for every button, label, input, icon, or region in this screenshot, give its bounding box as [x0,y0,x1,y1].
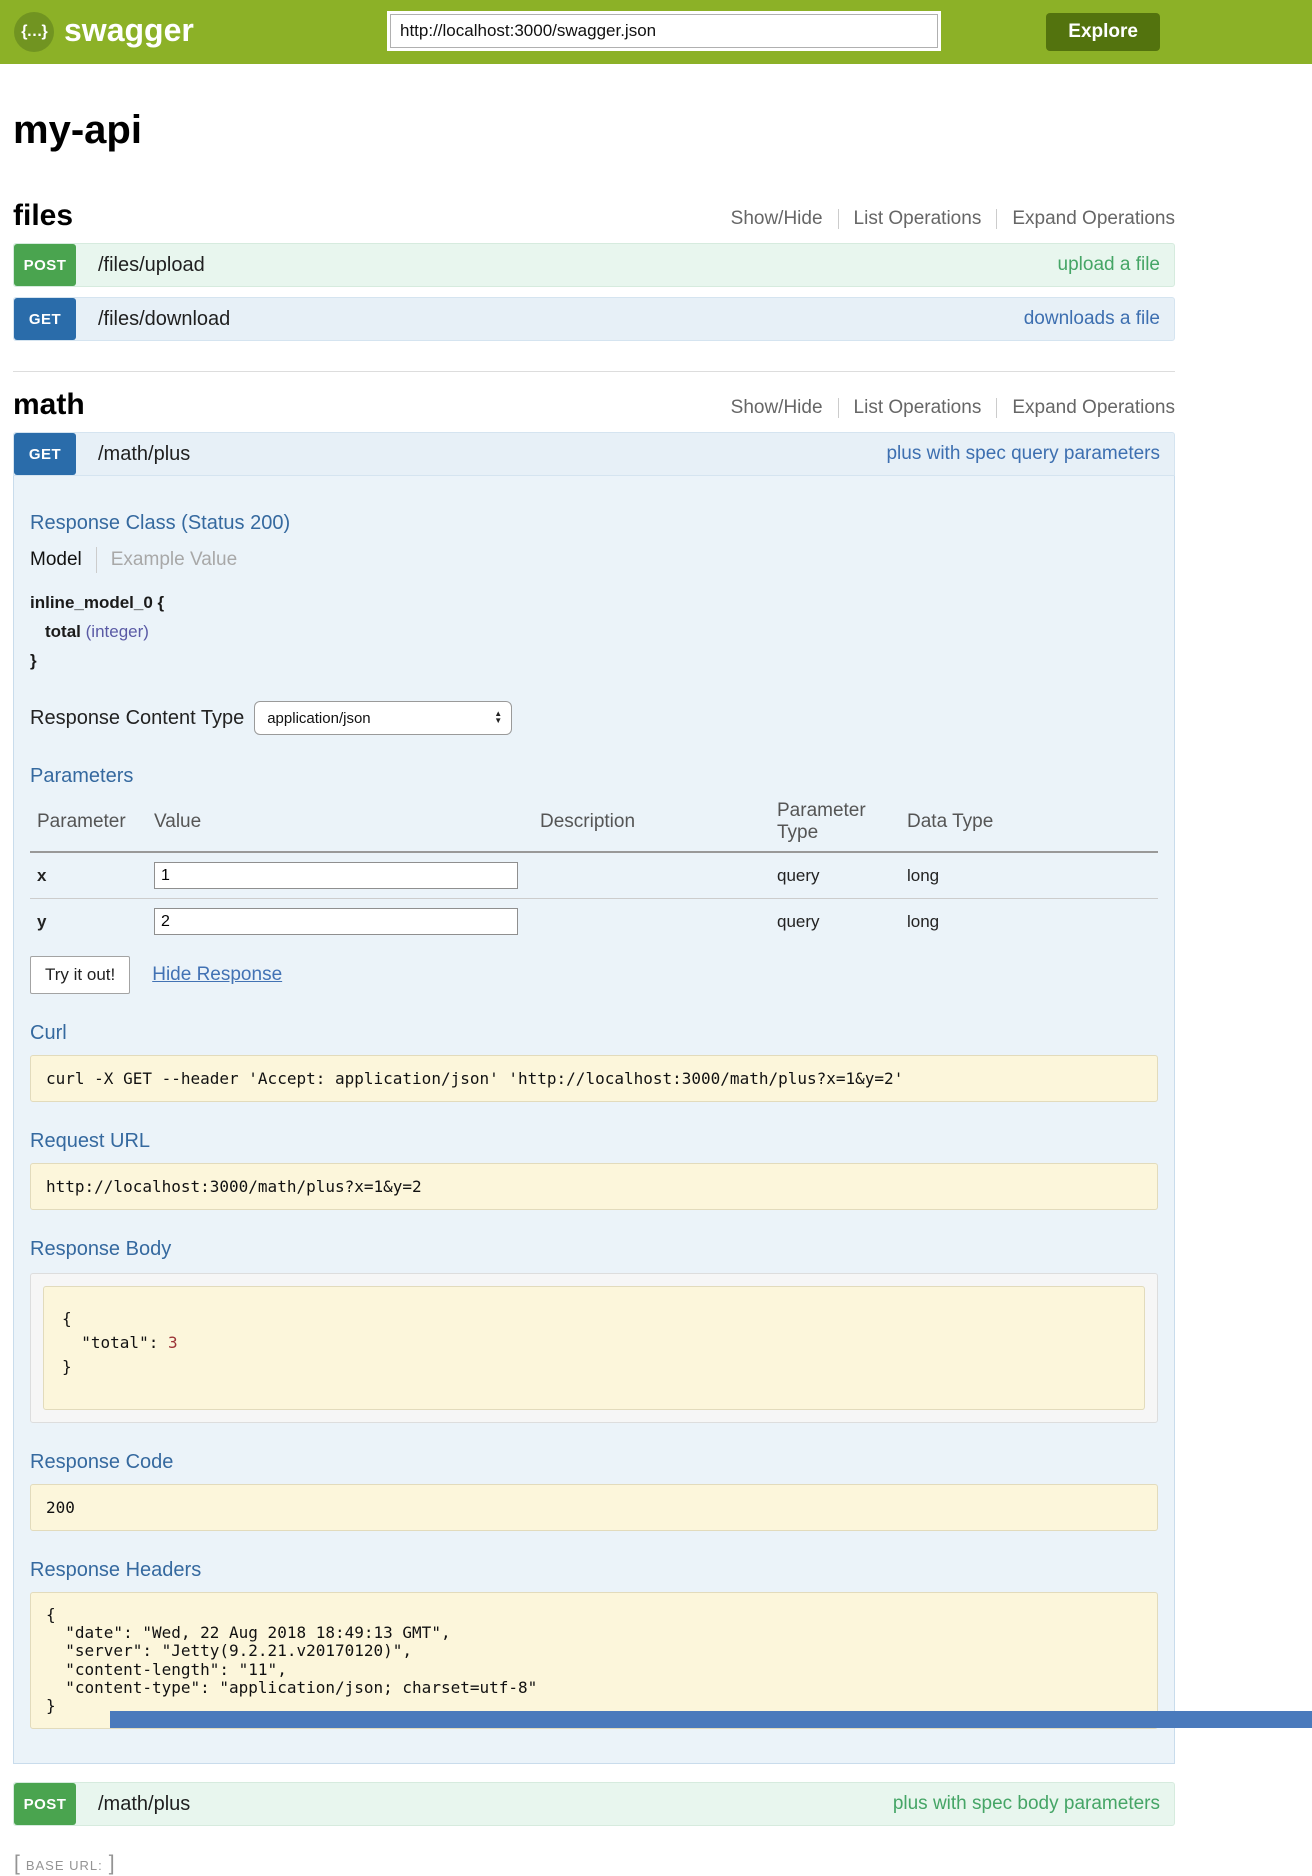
response-body-title: Response Body [30,1238,1158,1261]
curl-title: Curl [30,1022,1158,1045]
model-signature: inline_model_0 { total (integer) } [30,593,1158,671]
endpoint-path[interactable]: /math/plus [98,443,190,466]
response-headers-json: { "date": "Wed, 22 Aug 2018 18:49:13 GMT… [30,1592,1158,1729]
section-title-files[interactable]: files [13,199,73,233]
param-name: x [30,852,154,899]
tab-separator [96,547,97,573]
endpoint-path[interactable]: /files/download [98,308,230,331]
api-url-input[interactable] [390,14,938,48]
endpoint-row-post-files-upload[interactable]: POST /files/upload upload a file [13,243,1175,287]
response-content-type-row: Response Content Type application/json ▲… [30,701,1158,735]
endpoint-path[interactable]: /files/upload [98,254,205,277]
list-operations-link[interactable]: List Operations [854,397,982,419]
model-name: inline_model_0 { [30,593,164,612]
column-parameter-type: Parameter Type [777,792,907,852]
method-badge-get: GET [14,298,76,340]
base-url-label: BASE URL: [26,1856,103,1873]
column-data-type: Data Type [907,792,1158,852]
param-row-y: y query long [30,899,1158,945]
math-section-links: Show/Hide List Operations Expand Operati… [731,397,1175,422]
endpoint-summary[interactable]: plus with spec query parameters [886,443,1160,465]
link-separator [996,209,997,229]
swagger-logo-label: swagger [64,14,194,50]
select-arrows-icon: ▲▼ [494,711,502,725]
parameters-header-row: Parameter Value Description Parameter Ty… [30,792,1158,852]
expand-operations-link[interactable]: Expand Operations [1012,397,1175,419]
hide-response-link[interactable]: Hide Response [152,964,282,986]
page-title: my-api [13,108,1175,153]
list-operations-link[interactable]: List Operations [854,208,982,230]
explore-button[interactable]: Explore [1046,13,1160,51]
response-content-type-select[interactable]: application/json ▲▼ [254,701,512,735]
get-math-plus-operation: GET /math/plus plus with spec query para… [13,432,1175,1764]
operation-detail-panel: Response Class (Status 200) Model Exampl… [13,476,1175,1764]
endpoint-row-post-math-plus[interactable]: POST /math/plus plus with spec body para… [13,1782,1175,1826]
method-badge-get: GET [14,433,76,475]
param-description [540,852,777,899]
files-section-links: Show/Hide List Operations Expand Operati… [731,208,1175,233]
endpoint-path[interactable]: /math/plus [98,1793,190,1816]
try-row: Try it out! Hide Response [30,956,1158,994]
math-section-header: math Show/Hide List Operations Expand Op… [13,388,1175,422]
endpoint-summary[interactable]: downloads a file [1024,308,1160,330]
response-content-type-label: Response Content Type [30,707,244,730]
section-divider [13,371,1175,372]
endpoint-summary[interactable]: upload a file [1058,254,1160,276]
selected-content-type: application/json [267,710,370,727]
param-y-input[interactable] [154,908,518,935]
response-body-container: { "total": 3 } [30,1273,1158,1423]
column-parameter: Parameter [30,792,154,852]
param-data-type: long [907,899,1158,945]
tab-model[interactable]: Model [30,549,82,571]
link-separator [838,398,839,418]
endpoint-summary[interactable]: plus with spec body parameters [893,1793,1160,1815]
link-separator [838,209,839,229]
main-content: my-api files Show/Hide List Operations E… [13,108,1175,1876]
response-code-value: 200 [30,1484,1158,1531]
parameters-title: Parameters [30,765,1158,788]
param-name: y [30,899,154,945]
parameters-table: Parameter Value Description Parameter Ty… [30,792,1158,944]
param-data-type: long [907,852,1158,899]
response-code-title: Response Code [30,1451,1158,1474]
show-hide-link[interactable]: Show/Hide [731,397,823,419]
method-badge-post: POST [14,1783,76,1825]
model-close-brace: } [30,651,37,670]
expand-operations-link[interactable]: Expand Operations [1012,208,1175,230]
param-type: query [777,852,907,899]
top-header: {…} swagger Explore [0,0,1312,64]
model-field-name: total [45,622,81,641]
files-section-header: files Show/Hide List Operations Expand O… [13,199,1175,233]
param-description [540,899,777,945]
endpoint-row-get-math-plus[interactable]: GET /math/plus plus with spec query para… [13,432,1175,476]
endpoint-row-get-files-download[interactable]: GET /files/download downloads a file [13,297,1175,341]
curl-command: curl -X GET --header 'Accept: applicatio… [30,1055,1158,1102]
try-it-out-button[interactable]: Try it out! [30,956,130,994]
response-class-title: Response Class (Status 200) [30,512,1158,535]
param-x-input[interactable] [154,862,518,889]
base-url-footer: [ BASE URL: ] [14,1852,1175,1876]
show-hide-link[interactable]: Show/Hide [731,208,823,230]
method-badge-post: POST [14,244,76,286]
swagger-logo[interactable]: {…} swagger [14,12,194,52]
bracket-close: ] [109,1852,115,1876]
param-type: query [777,899,907,945]
param-row-x: x query long [30,852,1158,899]
section-title-math[interactable]: math [13,388,85,422]
column-description: Description [540,792,777,852]
json-number-value: 3 [168,1333,178,1352]
bottom-bar [110,1711,1312,1728]
model-field-type: (integer) [86,622,149,641]
response-body-json: { "total": 3 } [43,1286,1145,1410]
model-tabs: Model Example Value [30,547,1158,573]
response-headers-title: Response Headers [30,1559,1158,1582]
link-separator [996,398,997,418]
swagger-braces-icon: {…} [14,12,54,52]
column-value: Value [154,792,540,852]
request-url-value: http://localhost:3000/math/plus?x=1&y=2 [30,1163,1158,1210]
request-url-title: Request URL [30,1130,1158,1153]
bracket-open: [ [14,1852,20,1876]
tab-example-value[interactable]: Example Value [111,549,237,571]
